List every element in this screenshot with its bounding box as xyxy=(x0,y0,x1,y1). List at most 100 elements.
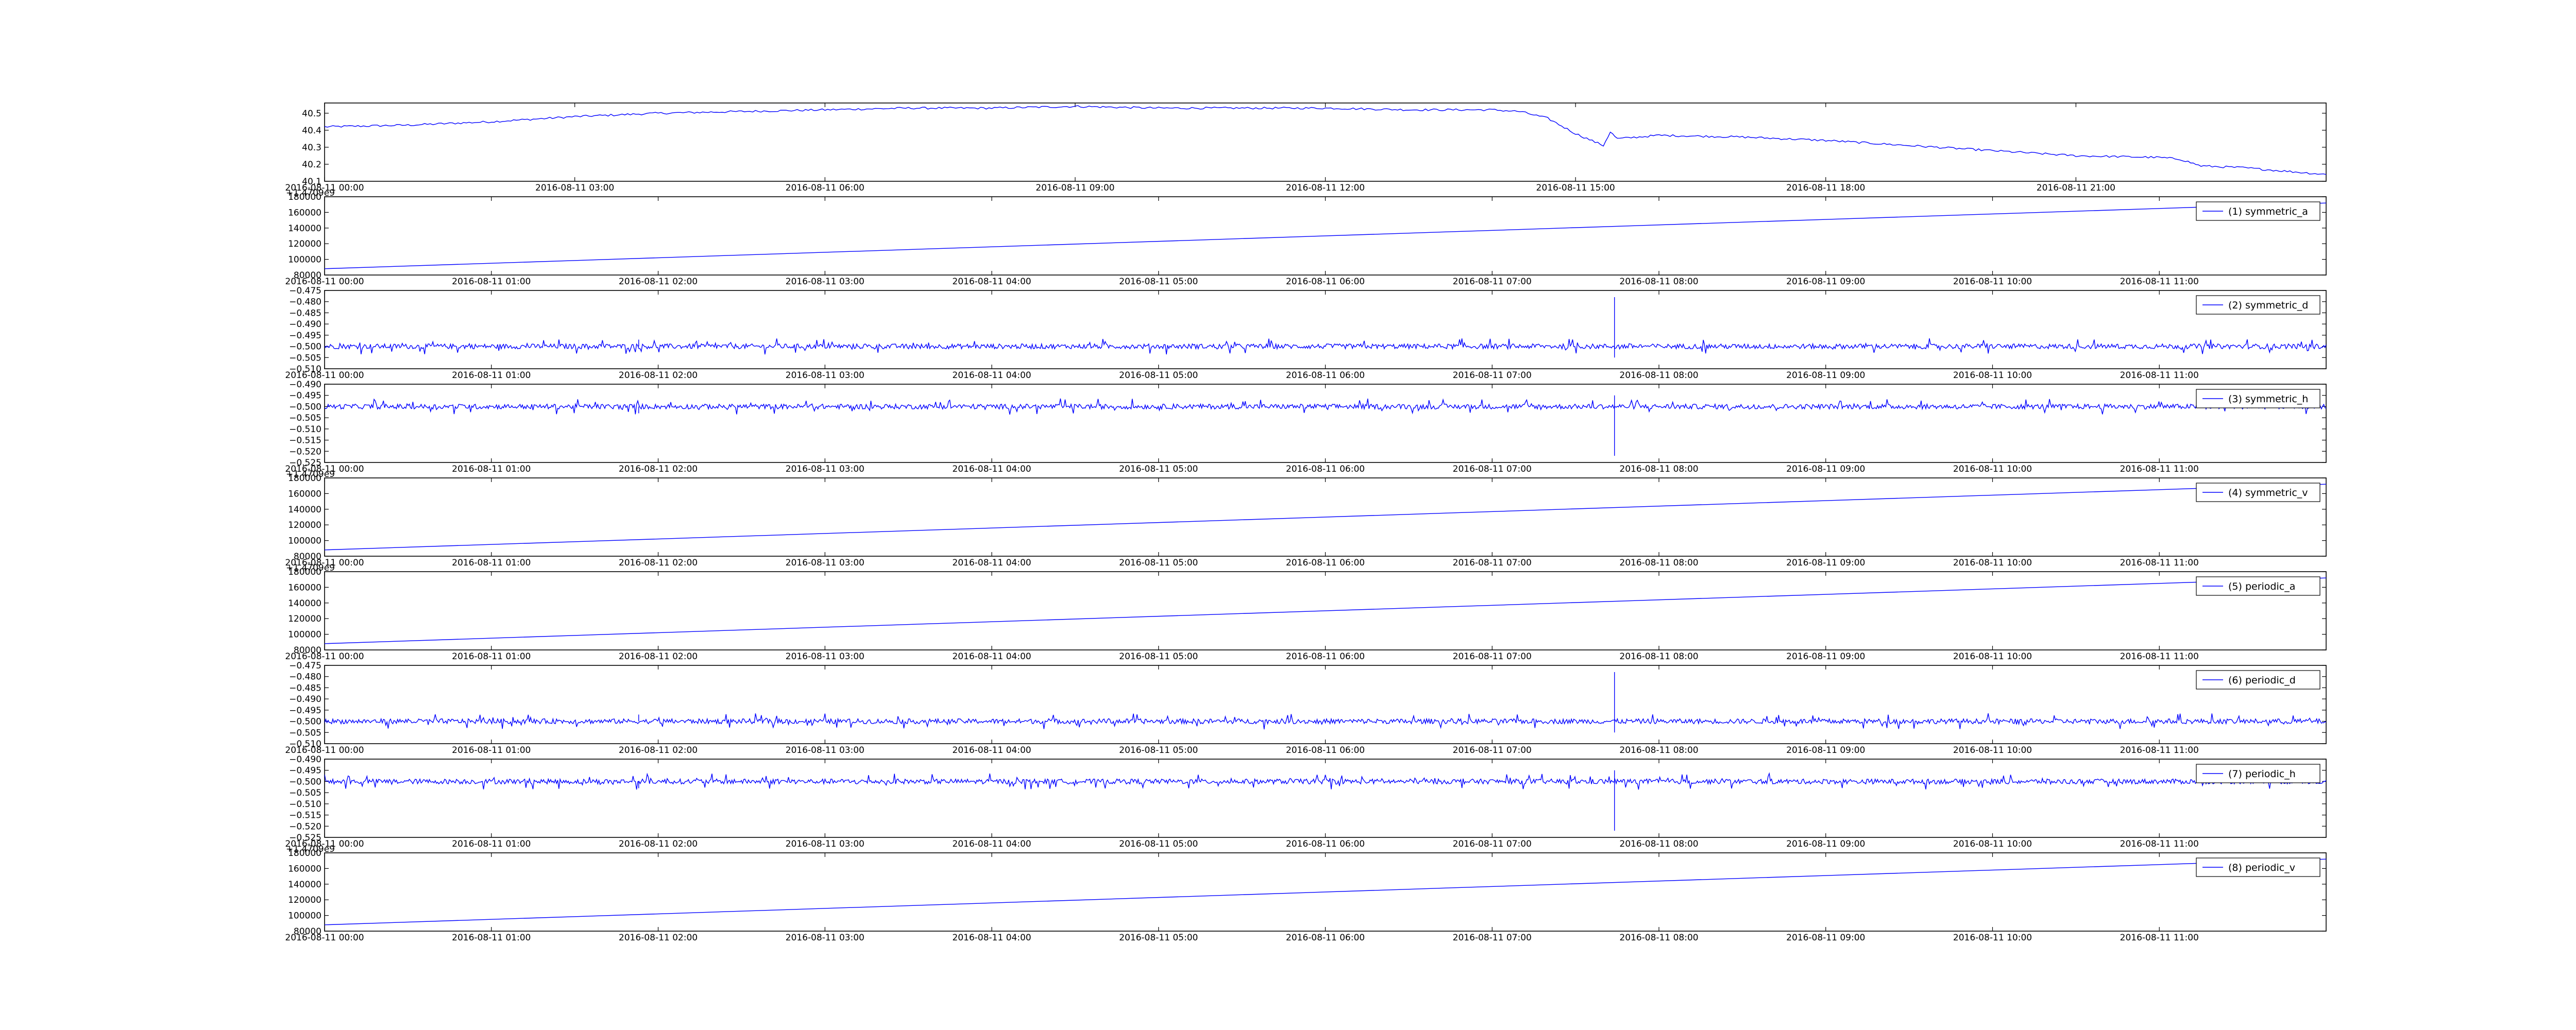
x-tick-label: 2016-08-11 02:00 xyxy=(619,370,698,381)
y-tick-label: 40.3 xyxy=(302,143,321,153)
legend: (4) symmetric_v xyxy=(2196,483,2320,502)
y-tick-label: 40.5 xyxy=(302,109,321,119)
y-tick-label: −0.480 xyxy=(289,297,321,307)
legend-label: (8) periodic_v xyxy=(2228,862,2295,873)
x-tick-label: 2016-08-11 05:00 xyxy=(1119,839,1198,849)
x-tick-label: 2016-08-11 03:00 xyxy=(786,277,865,287)
y-tick-label: 160000 xyxy=(288,208,321,218)
y-tick-label: −0.495 xyxy=(289,766,321,776)
x-tick-label: 2016-08-11 06:00 xyxy=(1286,651,1365,662)
x-tick-label: 2016-08-11 05:00 xyxy=(1119,277,1198,287)
x-tick-label: 2016-08-11 05:00 xyxy=(1119,464,1198,474)
x-tick-label: 2016-08-11 07:00 xyxy=(1453,277,1532,287)
y-tick-label: −0.510 xyxy=(289,799,321,810)
y-tick-label: −0.515 xyxy=(289,811,321,821)
x-tick-label: 2016-08-11 03:00 xyxy=(786,651,865,662)
y-tick-label: −0.500 xyxy=(289,777,321,787)
x-tick-label: 2016-08-11 06:00 xyxy=(786,183,865,193)
y-tick-label: 160000 xyxy=(288,582,321,593)
axis-offset-label: +1.4709e9 xyxy=(286,844,335,854)
x-tick-label: 2016-08-11 04:00 xyxy=(952,464,1031,474)
x-tick-label: 2016-08-11 09:00 xyxy=(1786,464,1865,474)
legend: (5) periodic_a xyxy=(2196,576,2320,596)
x-tick-label: 2016-08-11 06:00 xyxy=(1286,277,1365,287)
y-tick-label: −0.520 xyxy=(289,821,321,832)
x-tick-label: 2016-08-11 03:00 xyxy=(786,464,865,474)
y-tick-label: −0.515 xyxy=(289,436,321,446)
x-tick-label: 2016-08-11 09:00 xyxy=(1786,839,1865,849)
x-tick-label: 2016-08-11 09:00 xyxy=(1036,183,1114,193)
x-tick-label: 2016-08-11 04:00 xyxy=(952,558,1031,568)
x-tick-label: 2016-08-11 01:00 xyxy=(452,277,531,287)
subplot-3: −0.510−0.505−0.500−0.495−0.490−0.485−0.4… xyxy=(285,286,2327,381)
x-tick-label: 2016-08-11 10:00 xyxy=(1953,933,2032,943)
legend-label: (4) symmetric_v xyxy=(2228,487,2308,499)
x-tick-label: 2016-08-11 10:00 xyxy=(1953,558,2032,568)
x-tick-label: 2016-08-11 02:00 xyxy=(619,558,698,568)
subplot-4: −0.525−0.520−0.515−0.510−0.505−0.500−0.4… xyxy=(285,380,2327,474)
x-tick-label: 2016-08-11 08:00 xyxy=(1619,558,1698,568)
x-tick-label: 2016-08-11 05:00 xyxy=(1119,370,1198,381)
axes-frame xyxy=(324,384,2327,463)
y-tick-label: −0.505 xyxy=(289,353,321,363)
axes-frame xyxy=(324,759,2327,838)
axis-offset-label: +1.4709e9 xyxy=(286,188,335,198)
x-tick-label: 2016-08-11 02:00 xyxy=(619,651,698,662)
x-tick-label: 2016-08-11 11:00 xyxy=(2120,464,2199,474)
axes-frame xyxy=(324,290,2327,369)
x-tick-label: 2016-08-11 07:00 xyxy=(1453,558,1532,568)
y-tick-label: −0.490 xyxy=(289,754,321,765)
y-tick-label: −0.485 xyxy=(289,308,321,318)
x-tick-label: 2016-08-11 08:00 xyxy=(1619,651,1698,662)
x-tick-label: 2016-08-11 11:00 xyxy=(2120,839,2199,849)
x-tick-label: 2016-08-11 01:00 xyxy=(452,558,531,568)
x-tick-label: 2016-08-11 03:00 xyxy=(786,745,865,756)
x-tick-label: 2016-08-11 10:00 xyxy=(1953,745,2032,756)
x-tick-label: 2016-08-11 06:00 xyxy=(1286,464,1365,474)
y-tick-label: 100000 xyxy=(288,911,321,921)
axis-offset-label: +1.4709e9 xyxy=(286,563,335,573)
x-tick-label: 2016-08-11 03:00 xyxy=(786,933,865,943)
x-tick-label: 2016-08-11 10:00 xyxy=(1953,464,2032,474)
y-tick-label: 120000 xyxy=(288,239,321,249)
x-tick-label: 2016-08-11 11:00 xyxy=(2120,370,2199,381)
x-tick-label: 2016-08-11 07:00 xyxy=(1453,933,1532,943)
x-tick-label: 2016-08-11 01:00 xyxy=(452,370,531,381)
x-tick-label: 2016-08-11 09:00 xyxy=(1786,933,1865,943)
x-tick-label: 2016-08-11 11:00 xyxy=(2120,651,2199,662)
x-tick-label: 2016-08-11 04:00 xyxy=(952,933,1031,943)
subplot-1: 40.140.240.340.440.52016-08-11 00:00 2016… xyxy=(285,102,2327,193)
y-tick-label: −0.495 xyxy=(289,331,321,341)
y-tick-label: −0.490 xyxy=(289,380,321,390)
y-tick-label: −0.490 xyxy=(289,319,321,330)
x-tick-label: 2016-08-11 09:00 xyxy=(1786,651,1865,662)
x-tick-label: 2016-08-11 02:00 xyxy=(619,464,698,474)
x-tick-label: 2016-08-11 05:00 xyxy=(1119,933,1198,943)
y-tick-label: −0.495 xyxy=(289,706,321,716)
y-tick-label: 100000 xyxy=(288,255,321,265)
y-tick-label: 140000 xyxy=(288,598,321,609)
x-tick-label: 2016-08-11 08:00 xyxy=(1619,839,1698,849)
legend: (3) symmetric_h xyxy=(2196,389,2320,408)
x-tick-label: 2016-08-11 07:00 xyxy=(1453,839,1532,849)
x-tick-label: 2016-08-11 04:00 xyxy=(952,277,1031,287)
y-tick-label: −0.510 xyxy=(289,424,321,435)
x-tick-label: 2016-08-11 05:00 xyxy=(1119,651,1198,662)
y-tick-label: −0.500 xyxy=(289,402,321,412)
y-tick-label: 160000 xyxy=(288,864,321,874)
y-tick-label: −0.485 xyxy=(289,683,321,693)
legend-label: (1) symmetric_a xyxy=(2228,206,2308,217)
x-tick-label: 2016-08-11 03:00 xyxy=(535,183,614,193)
x-tick-label: 2016-08-11 01:00 xyxy=(452,933,531,943)
axis-offset-label: +1.4709e9 xyxy=(286,469,335,479)
legend: (1) symmetric_a xyxy=(2196,201,2320,221)
x-tick-label: 2016-08-11 04:00 xyxy=(952,839,1031,849)
x-tick-label: 2016-08-11 00:00 xyxy=(285,651,364,662)
x-tick-label: 2016-08-11 08:00 xyxy=(1619,933,1698,943)
x-tick-label: 2016-08-11 11:00 xyxy=(2120,558,2199,568)
axes-frame xyxy=(324,665,2327,744)
x-tick-label: 2016-08-11 03:00 xyxy=(786,558,865,568)
y-tick-label: 120000 xyxy=(288,520,321,530)
x-tick-label: 2016-08-11 08:00 xyxy=(1619,370,1698,381)
y-tick-label: 140000 xyxy=(288,880,321,890)
